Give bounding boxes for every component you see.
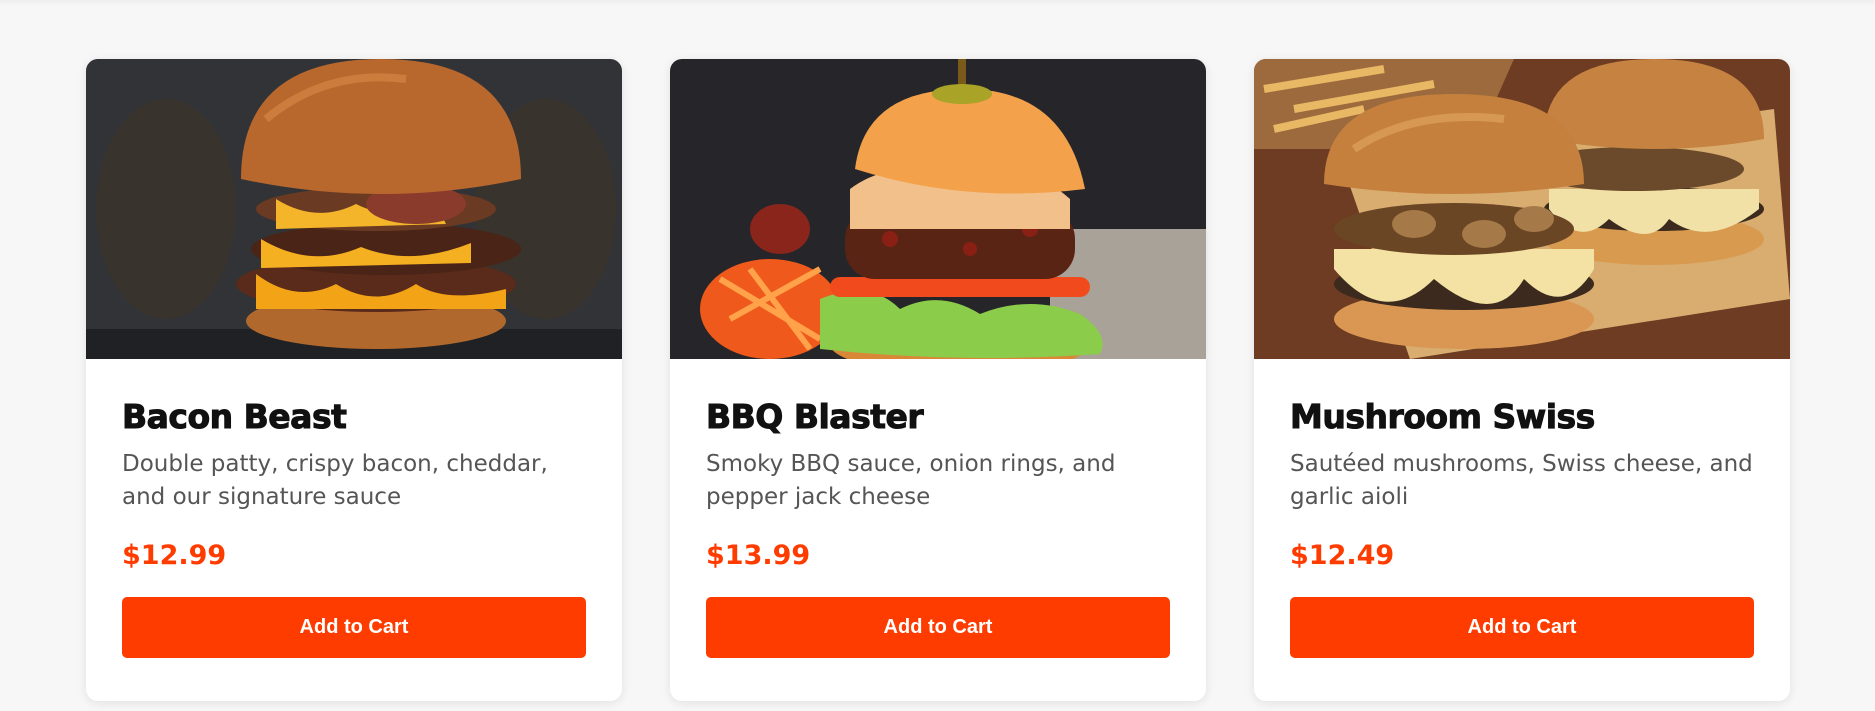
menu-page: Bacon Beast Double patty, crispy bacon, … <box>0 0 1875 711</box>
product-name: Bacon Beast <box>122 397 348 437</box>
product-card-bacon-beast: Bacon Beast Double patty, crispy bacon, … <box>86 59 622 701</box>
add-to-cart-button[interactable]: Add to Cart <box>706 597 1170 658</box>
product-price: $12.49 <box>1290 540 1395 571</box>
product-price: $13.99 <box>706 540 811 571</box>
product-price: $12.99 <box>122 540 227 571</box>
product-card-mushroom-swiss: Mushroom Swiss Sautéed mushrooms, Swiss … <box>1254 59 1790 701</box>
product-grid: Bacon Beast Double patty, crispy bacon, … <box>0 59 1875 701</box>
product-description: Sautéed mushrooms, Swiss cheese, and gar… <box>1290 451 1753 510</box>
product-name: Mushroom Swiss <box>1290 397 1596 437</box>
bbq-blaster-burger-photo <box>670 59 1206 359</box>
product-description: Smoky BBQ sauce, onion rings, and pepper… <box>706 451 1116 510</box>
mushroom-swiss-burger-photo <box>1254 59 1790 359</box>
bacon-beast-burger-photo <box>86 59 622 359</box>
add-to-cart-button[interactable]: Add to Cart <box>122 597 586 658</box>
product-name: BBQ Blaster <box>706 397 925 437</box>
add-to-cart-button[interactable]: Add to Cart <box>1290 597 1754 658</box>
product-description: Double patty, crispy bacon, cheddar, and… <box>122 451 548 510</box>
product-card-bbq-blaster: BBQ Blaster Smoky BBQ sauce, onion rings… <box>670 59 1206 701</box>
